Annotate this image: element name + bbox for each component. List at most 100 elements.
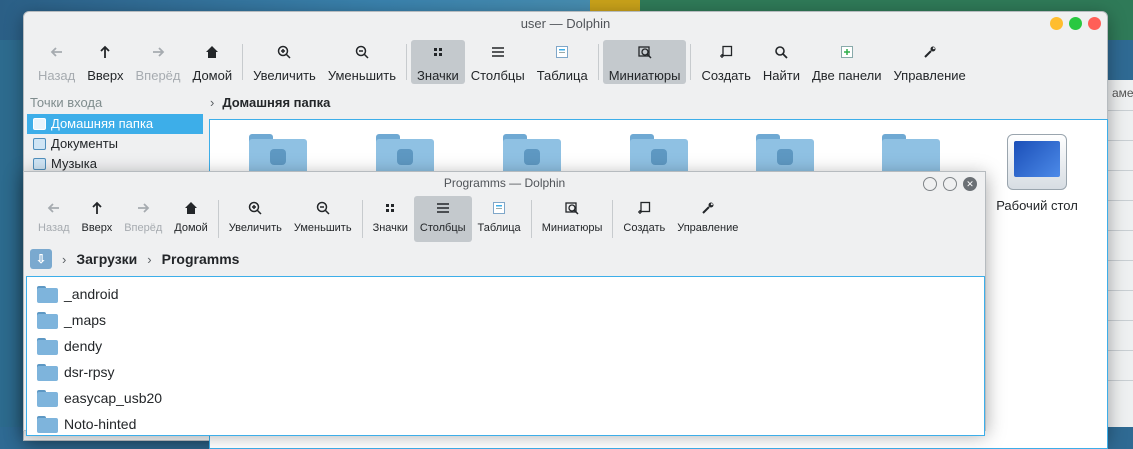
- list-item[interactable]: dendy: [27, 333, 984, 359]
- toolbar-button-label: Миниатюры: [608, 68, 681, 83]
- window-controls[interactable]: [1050, 17, 1101, 30]
- home-folder-icon: [33, 118, 46, 130]
- toolbar-button-label: Вперёд: [135, 68, 181, 83]
- desktop-icon: [1007, 134, 1067, 190]
- toolbar-button-arrow-right[interactable]: Вперёд: [130, 40, 187, 84]
- toolbar-button-home[interactable]: Домой: [187, 40, 239, 84]
- list-item[interactable]: easycap_usb20: [27, 385, 984, 411]
- toolbar-button-new[interactable]: Создать: [617, 196, 671, 242]
- desktop-folder-item[interactable]: Рабочий стол: [992, 134, 1082, 213]
- toolbar-button-label: Вверх: [87, 68, 124, 83]
- list-item[interactable]: Noto-hinted: [27, 411, 984, 437]
- toolbar-button-arrow-left[interactable]: Назад: [32, 40, 81, 84]
- toolbar-button-table-view[interactable]: Таблица: [472, 196, 527, 242]
- toolbar-separator: [530, 200, 532, 238]
- minimize-button[interactable]: [1050, 17, 1063, 30]
- new-icon: [636, 200, 652, 216]
- folder-icon: [37, 363, 58, 381]
- toolbar-button-zoom-out[interactable]: Уменьшить: [288, 196, 358, 242]
- toolbar-separator: [612, 200, 614, 238]
- folder-icon: [37, 337, 58, 355]
- toolbar-button-columns-view[interactable]: Столбцы: [465, 40, 531, 84]
- folder-icon: [37, 285, 58, 303]
- toolbar-separator: [242, 44, 244, 80]
- main-toolbar: Назад Вверх Вперёд Домой Увеличить Уменьшить З…: [24, 194, 985, 242]
- toolbar-button-table-view[interactable]: Таблица: [531, 40, 594, 84]
- table-view-icon: [554, 44, 570, 60]
- toolbar-button-label: Столбцы: [470, 68, 525, 83]
- toolbar-button-label: Столбцы: [419, 222, 466, 234]
- toolbar-button-label: Управление: [893, 68, 966, 83]
- settings-icon: [922, 44, 938, 60]
- toolbar-button-icons-view[interactable]: Значки: [411, 40, 465, 84]
- downloads-folder-icon[interactable]: ⇩: [30, 249, 52, 269]
- main-toolbar: Назад Вверх Вперёд Домой Увеличить Уменьшить З…: [24, 36, 1107, 84]
- place-label: Домашняя папка: [51, 116, 154, 131]
- toolbar-button-settings[interactable]: Управление: [887, 40, 971, 84]
- list-item[interactable]: _maps: [27, 307, 984, 333]
- toolbar-separator: [217, 200, 219, 238]
- toolbar-button-settings[interactable]: Управление: [671, 196, 744, 242]
- place-documents[interactable]: Документы: [27, 134, 203, 154]
- close-button[interactable]: [1088, 17, 1101, 30]
- toolbar-button-label: Таблица: [477, 222, 521, 234]
- toolbar-button-label: Две панели: [811, 68, 882, 83]
- arrow-left-icon: [46, 200, 62, 216]
- music-folder-icon: [33, 158, 46, 170]
- chevron-right-icon: ›: [147, 251, 152, 267]
- settings-icon: [700, 200, 716, 216]
- breadcrumb-item[interactable]: Programms: [162, 251, 240, 267]
- toolbar-button-new[interactable]: Создать: [695, 40, 756, 84]
- toolbar-button-arrow-up[interactable]: Вверх: [81, 40, 129, 84]
- toolbar-button-zoom-in[interactable]: Увеличить: [223, 196, 288, 242]
- breadcrumb[interactable]: › Домашняя папка: [210, 95, 330, 110]
- window-titlebar[interactable]: user — Dolphin: [24, 12, 1107, 36]
- toolbar-button-home[interactable]: Домой: [168, 196, 214, 242]
- toolbar-button-preview[interactable]: Миниатюры: [602, 40, 687, 84]
- toolbar-button-label: Значки: [417, 68, 459, 83]
- toolbar-button-zoom-in[interactable]: Увеличить: [247, 40, 322, 84]
- toolbar-button-label: Назад: [38, 222, 70, 234]
- toolbar-button-label: Миниатюры: [541, 222, 603, 234]
- breadcrumb-item[interactable]: Загрузки: [76, 251, 137, 267]
- zoom-out-icon: [315, 200, 331, 216]
- close-button[interactable]: ✕: [963, 177, 977, 191]
- toolbar-button-label: Увеличить: [228, 222, 282, 234]
- list-item[interactable]: _android: [27, 281, 984, 307]
- file-list[interactable]: _android _mapsdendy dsr-rpsy easycap_usb20 N…: [26, 276, 985, 436]
- window-controls[interactable]: ✕: [923, 177, 977, 191]
- toolbar-button-columns-view[interactable]: Столбцы: [413, 196, 472, 242]
- places-panel: Точки входа Домашняя папка Документы Муз…: [24, 92, 206, 174]
- toolbar-separator: [361, 200, 363, 238]
- toolbar-button-label: Значки: [372, 222, 408, 234]
- toolbar-button-label: Увеличить: [253, 68, 316, 83]
- arrow-left-icon: [49, 44, 65, 60]
- dolphin-window-programms[interactable]: Programms — Dolphin ✕ Назад Вверх Вперёд До…: [23, 171, 986, 436]
- file-name: dendy: [64, 338, 103, 354]
- documents-folder-icon: [33, 138, 46, 150]
- toolbar-button-arrow-left[interactable]: Назад: [32, 196, 76, 242]
- icons-view-icon: [382, 200, 398, 216]
- icons-view-icon: [430, 44, 446, 60]
- place-home[interactable]: Домашняя папка: [27, 114, 203, 134]
- arrow-up-icon: [97, 44, 113, 60]
- toolbar-button-search[interactable]: Найти: [757, 40, 806, 84]
- toolbar-button-zoom-out[interactable]: Уменьшить: [322, 40, 402, 84]
- breadcrumb[interactable]: ⇩ › Загрузки › Programms: [24, 242, 985, 276]
- maximize-button[interactable]: [943, 177, 957, 191]
- toolbar-button-icons-view[interactable]: Значки: [367, 196, 414, 242]
- list-item[interactable]: dsr-rpsy: [27, 359, 984, 385]
- toolbar-button-arrow-up[interactable]: Вверх: [76, 196, 119, 242]
- toolbar-button-split-view[interactable]: Две панели: [806, 40, 888, 84]
- folder-icon: [37, 415, 58, 433]
- window-title: Programms — Dolphin: [443, 176, 566, 190]
- arrow-up-icon: [89, 200, 105, 216]
- arrow-right-icon: [150, 44, 166, 60]
- toolbar-button-arrow-right[interactable]: Вперёд: [118, 196, 168, 242]
- toolbar-button-preview[interactable]: Миниатюры: [536, 196, 609, 242]
- minimize-button[interactable]: [923, 177, 937, 191]
- edge-text: аме: [1112, 86, 1133, 100]
- window-titlebar[interactable]: Programms — Dolphin ✕: [24, 172, 985, 194]
- breadcrumb-item[interactable]: Домашняя папка: [222, 95, 330, 110]
- maximize-button[interactable]: [1069, 17, 1082, 30]
